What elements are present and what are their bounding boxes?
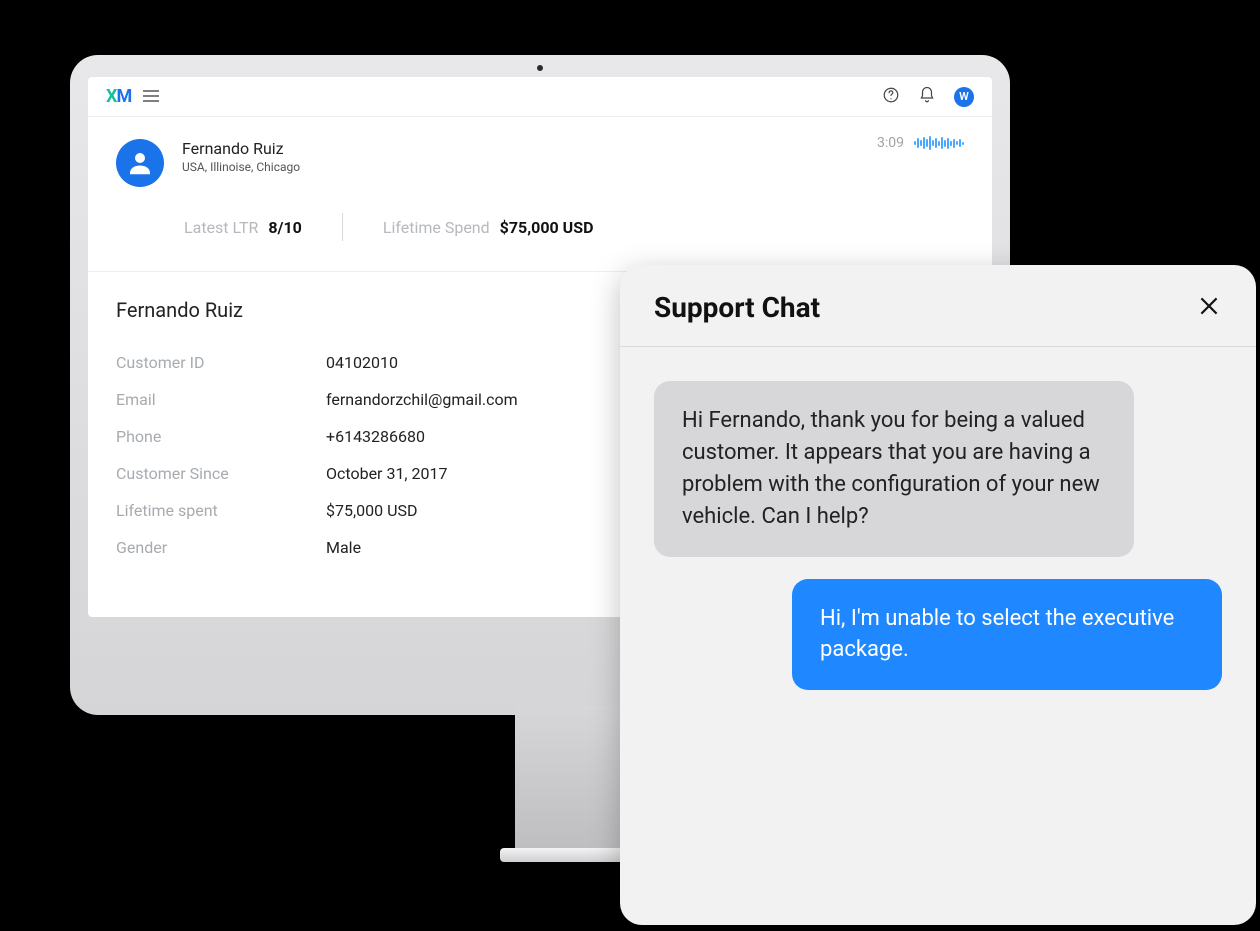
detail-label: Gender (116, 538, 326, 557)
detail-value: Male (326, 538, 361, 557)
detail-value: October 31, 2017 (326, 464, 448, 483)
spend-value: $75,000 USD (500, 218, 594, 237)
bell-icon[interactable] (918, 86, 936, 108)
spend-label: Lifetime Spend (383, 218, 490, 237)
logo-x: X (106, 86, 116, 107)
help-icon[interactable] (882, 86, 900, 108)
call-meta: 3:09 (877, 135, 964, 151)
call-duration: 3:09 (877, 135, 904, 151)
detail-label: Phone (116, 427, 326, 446)
detail-value: 04102010 (326, 353, 398, 372)
ltr-value: 8/10 (268, 218, 301, 237)
chat-header: Support Chat (620, 265, 1256, 347)
logo-m: M (116, 86, 131, 107)
close-icon[interactable] (1196, 293, 1222, 323)
chat-title: Support Chat (654, 291, 820, 324)
detail-label: Lifetime spent (116, 501, 326, 520)
detail-label: Customer ID (116, 353, 326, 372)
chat-body: Hi Fernando, thank you for being a value… (620, 347, 1256, 925)
stats-row: Latest LTR 8/10 Lifetime Spend $75,000 U… (88, 187, 992, 259)
detail-label: Customer Since (116, 464, 326, 483)
user-avatar[interactable]: W (954, 87, 974, 107)
customer-header: Fernando Ruiz USA, Illinoise, Chicago 3:… (88, 117, 992, 187)
customer-location: USA, Illinoise, Chicago (182, 160, 300, 174)
camera-dot (537, 65, 543, 71)
detail-value: $75,000 USD (326, 501, 417, 520)
ltr-label: Latest LTR (184, 218, 258, 237)
waveform-icon (914, 135, 964, 151)
app-logo: XM (106, 86, 131, 107)
stat-divider (342, 213, 343, 241)
detail-label: Email (116, 390, 326, 409)
chat-message-user: Hi, I'm unable to select the executive p… (792, 579, 1222, 691)
detail-value: fernandorzchil@gmail.com (326, 390, 518, 409)
customer-name: Fernando Ruiz (182, 139, 300, 158)
hamburger-icon[interactable] (143, 86, 159, 107)
topbar: XM W (88, 77, 992, 117)
detail-value: +6143286680 (326, 427, 425, 446)
customer-avatar-icon (116, 139, 164, 187)
support-chat-popup: Support Chat Hi Fernando, thank you for … (620, 265, 1256, 925)
chat-message-agent: Hi Fernando, thank you for being a value… (654, 381, 1134, 557)
customer-identity: Fernando Ruiz USA, Illinoise, Chicago (182, 139, 300, 174)
